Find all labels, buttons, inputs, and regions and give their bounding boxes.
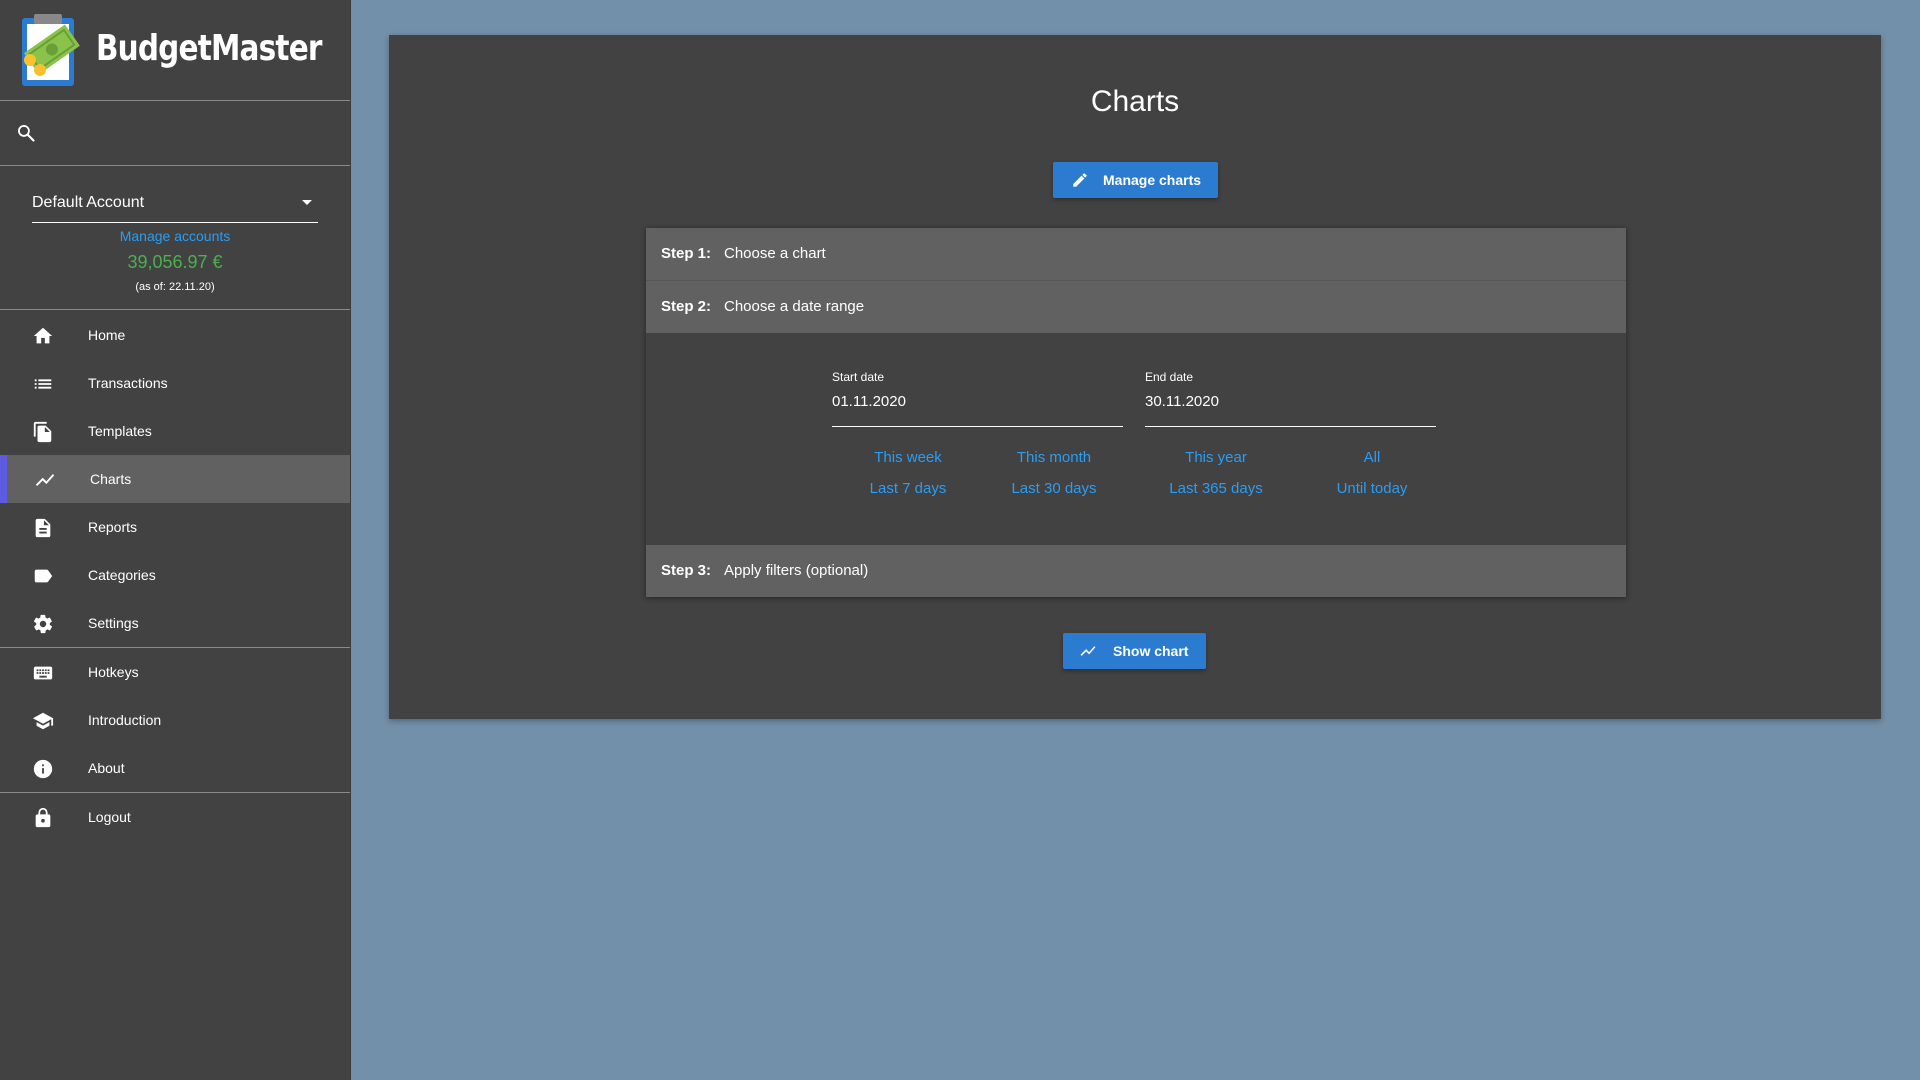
nav-logout: Logout bbox=[0, 793, 350, 841]
pencil-icon bbox=[1073, 173, 1087, 187]
quick-range-last-7-days[interactable]: Last 7 days bbox=[833, 480, 983, 497]
step-2-header[interactable]: Step 2: Choose a date range bbox=[646, 281, 1626, 333]
sidebar-item-home[interactable]: Home bbox=[0, 311, 350, 359]
sidebar-item-label: Templates bbox=[88, 423, 152, 439]
home-icon bbox=[33, 327, 53, 344]
end-date-value[interactable]: 30.11.2020 bbox=[1145, 393, 1219, 410]
end-date-label: End date bbox=[1145, 370, 1194, 384]
account-select-value: Default Account bbox=[32, 194, 145, 211]
chart-line-icon bbox=[35, 474, 55, 486]
end-date-field[interactable]: End date 30.11.2020 bbox=[1145, 370, 1436, 427]
search-area[interactable] bbox=[0, 101, 350, 166]
sidebar-item-transactions[interactable]: Transactions bbox=[0, 359, 350, 407]
start-date-field[interactable]: Start date 01.11.2020 bbox=[832, 370, 1123, 427]
search-icon[interactable] bbox=[16, 123, 36, 143]
charts-card: Charts Manage charts Step 1: Choose a ch… bbox=[389, 35, 1881, 719]
list-icon bbox=[34, 379, 52, 389]
sidebar-item-label: Reports bbox=[88, 519, 138, 535]
sidebar-item-label: Settings bbox=[88, 615, 139, 631]
copy-icon bbox=[33, 421, 52, 443]
sidebar-item-label: Introduction bbox=[88, 712, 162, 728]
show-chart-label: Show chart bbox=[1113, 643, 1189, 659]
step-number: Step 1: bbox=[661, 245, 712, 262]
show-chart-button[interactable]: Show chart bbox=[1063, 633, 1206, 669]
keyboard-icon bbox=[33, 666, 53, 680]
start-date-value[interactable]: 01.11.2020 bbox=[832, 393, 906, 410]
sidebar-item-hotkeys[interactable]: Hotkeys bbox=[0, 648, 350, 696]
lock-icon bbox=[35, 807, 51, 828]
sidebar-item-settings[interactable]: Settings bbox=[0, 599, 350, 647]
page-title: Charts bbox=[1090, 85, 1180, 118]
logo-area: BudgetMaster bbox=[0, 0, 350, 101]
sidebar-item-label: Hotkeys bbox=[88, 664, 139, 680]
sidebar-item-label: Transactions bbox=[88, 375, 168, 391]
step-title: Choose a date range bbox=[724, 298, 865, 315]
app-logo bbox=[22, 14, 80, 86]
sidebar-item-templates[interactable]: Templates bbox=[0, 407, 350, 455]
sidebar-item-categories[interactable]: Categories bbox=[0, 551, 350, 599]
quick-range-last-365-days[interactable]: Last 365 days bbox=[1141, 480, 1291, 497]
sidebar-item-label: About bbox=[88, 760, 125, 776]
manage-charts-label: Manage charts bbox=[1103, 172, 1202, 188]
account-balance: 39,056.97 € bbox=[127, 252, 223, 272]
quick-range-until-today[interactable]: Until today bbox=[1297, 480, 1447, 497]
chart-line-icon bbox=[1080, 646, 1096, 656]
manage-charts-button[interactable]: Manage charts bbox=[1053, 162, 1218, 198]
sidebar-item-reports[interactable]: Reports bbox=[0, 503, 350, 551]
step-title: Choose a chart bbox=[724, 245, 826, 262]
account-select[interactable]: Default Account bbox=[32, 184, 318, 223]
sidebar-item-logout[interactable]: Logout bbox=[0, 793, 350, 841]
quick-range-this-week[interactable]: This week bbox=[833, 449, 983, 466]
step-number: Step 2: bbox=[661, 298, 712, 315]
quick-range-last-30-days[interactable]: Last 30 days bbox=[979, 480, 1129, 497]
graduation-cap-icon bbox=[32, 712, 54, 730]
step-title: Apply filters (optional) bbox=[724, 562, 869, 579]
quick-range-this-month[interactable]: This month bbox=[979, 449, 1129, 466]
step-3-header[interactable]: Step 3: Apply filters (optional) bbox=[646, 545, 1626, 597]
steps-panel: Step 1: Choose a chart Step 2: Choose a … bbox=[646, 228, 1626, 597]
balance-date: (as of: 22.11.20) bbox=[135, 281, 215, 293]
info-icon bbox=[33, 759, 53, 779]
sidebar-item-label: Charts bbox=[90, 471, 132, 487]
start-date-label: Start date bbox=[832, 370, 885, 384]
step-number: Step 3: bbox=[661, 562, 712, 579]
sidebar-item-introduction[interactable]: Introduction bbox=[0, 696, 350, 744]
sidebar-item-about[interactable]: About bbox=[0, 744, 350, 792]
manage-accounts-link[interactable]: Manage accounts bbox=[0, 228, 350, 244]
sidebar-item-label: Categories bbox=[88, 567, 156, 583]
step-1-header[interactable]: Step 1: Choose a chart bbox=[646, 228, 1626, 281]
chevron-down-icon bbox=[302, 200, 312, 205]
label-icon bbox=[34, 569, 53, 583]
sidebar: BudgetMaster Default Account Manage acco… bbox=[0, 0, 351, 1080]
account-area: Default Account Manage accounts 39,056.9… bbox=[0, 166, 350, 310]
app-title: BudgetMaster bbox=[96, 28, 322, 69]
quick-range-all[interactable]: All bbox=[1297, 449, 1447, 466]
quick-range-this-year[interactable]: This year bbox=[1141, 449, 1291, 466]
sidebar-item-label: Logout bbox=[88, 809, 131, 825]
nav-main: Home Transactions Templates Charts Reports Ca… bbox=[0, 310, 350, 648]
sidebar-item-charts[interactable]: Charts bbox=[0, 455, 350, 503]
sidebar-item-label: Home bbox=[88, 327, 126, 343]
nav-secondary: Hotkeys Introduction About bbox=[0, 648, 350, 793]
gear-icon bbox=[33, 614, 53, 634]
document-icon bbox=[35, 518, 51, 538]
